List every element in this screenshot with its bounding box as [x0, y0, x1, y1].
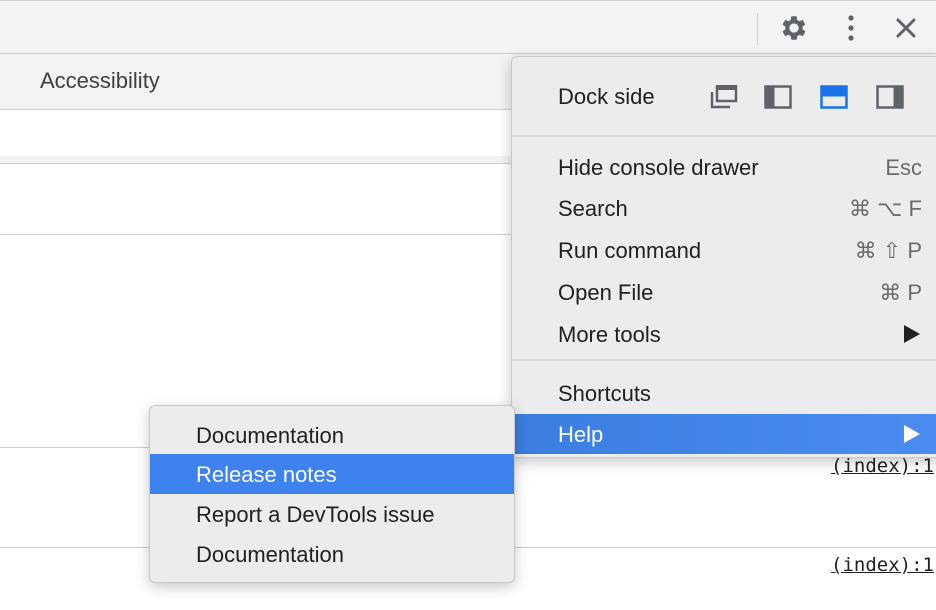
devtools-toolbar	[0, 0, 936, 54]
menu-item-label: Hide console drawer	[558, 155, 759, 180]
submenu-item-label: Report a DevTools issue	[196, 502, 435, 527]
menu-item-label: Open File	[558, 280, 654, 305]
dock-side-label: Dock side	[558, 84, 655, 109]
source-link[interactable]: (index):1	[831, 554, 934, 576]
menu-item-search[interactable]: Search ⌘ ⌥ F	[512, 188, 936, 228]
submenu-item-documentation[interactable]: Documentation	[150, 415, 514, 455]
menu-separator	[512, 359, 936, 361]
menu-item-label: More tools	[558, 322, 661, 347]
menu-item-more-tools[interactable]: More tools	[512, 314, 936, 354]
submenu-item-label: Documentation	[196, 542, 344, 567]
menu-item-shortcut: Esc	[885, 155, 922, 180]
tab-accessibility[interactable]: Accessibility	[40, 68, 160, 94]
source-link[interactable]: (index):1	[831, 455, 934, 477]
menu-item-run-command[interactable]: Run command ⌘ ⇧ P	[512, 230, 936, 270]
submenu-item-label: Release notes	[196, 462, 337, 487]
submenu-item-documentation[interactable]: Documentation	[150, 534, 514, 574]
menu-item-shortcut: ⌘ P	[879, 280, 922, 305]
menu-item-hide-console-drawer[interactable]: Hide console drawer Esc	[512, 147, 936, 187]
undock-icon[interactable]	[710, 84, 738, 109]
submenu-item-release-notes[interactable]: Release notes	[150, 454, 514, 494]
close-icon[interactable]	[889, 11, 923, 45]
submenu-item-label: Documentation	[196, 423, 344, 448]
gear-icon[interactable]	[777, 11, 811, 45]
menu-item-shortcut: ⌘ ⌥ F	[848, 196, 922, 221]
menu-item-shortcut: ⌘ ⇧ P	[854, 238, 922, 263]
dock-left-icon[interactable]	[764, 85, 792, 109]
submenu-arrow-icon	[904, 325, 920, 343]
kebab-menu-icon[interactable]	[834, 11, 868, 45]
menu-item-label: Help	[558, 422, 604, 447]
toolbar-separator	[757, 13, 758, 45]
menu-item-label: Run command	[558, 238, 702, 263]
dock-bottom-icon[interactable]	[820, 85, 848, 109]
dock-right-icon[interactable]	[876, 85, 904, 109]
customize-devtools-menu: Dock side Hide console drawer Esc Search…	[511, 56, 936, 458]
menu-separator	[512, 135, 936, 137]
menu-item-open-file[interactable]: Open File ⌘ P	[512, 272, 936, 312]
menu-item-shortcuts[interactable]: Shortcuts	[512, 373, 936, 413]
menu-item-label: Search	[558, 196, 628, 221]
submenu-item-report-issue[interactable]: Report a DevTools issue	[150, 494, 514, 534]
submenu-arrow-icon	[904, 425, 920, 443]
help-submenu: Documentation Release notes Report a Dev…	[149, 405, 515, 583]
menu-item-help[interactable]: Help	[512, 414, 936, 454]
menu-item-label: Shortcuts	[558, 381, 651, 406]
